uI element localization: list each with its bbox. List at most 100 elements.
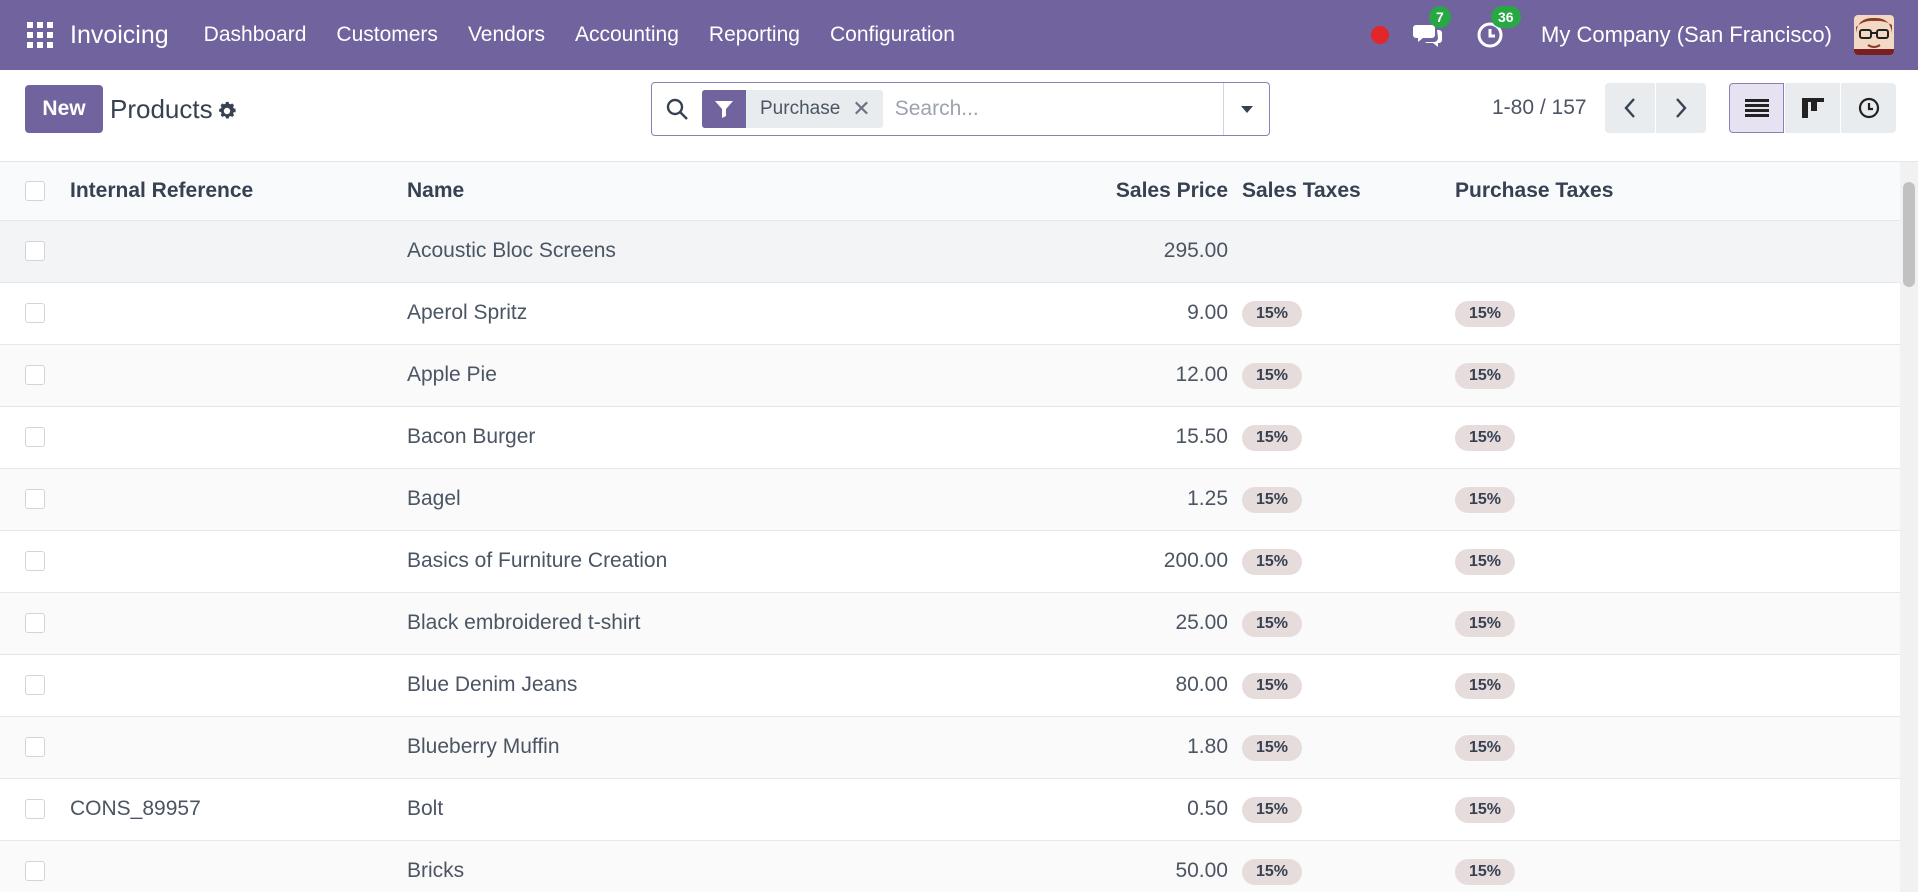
tax-badge: 15% (1455, 610, 1516, 637)
cell-sales-taxes: 15% (1242, 654, 1455, 717)
list-view-button[interactable] (1729, 83, 1784, 133)
menu-dashboard[interactable]: Dashboard (189, 23, 322, 47)
app-name[interactable]: Invoicing (70, 21, 169, 50)
activity-view-button[interactable] (1841, 83, 1896, 133)
pager-value[interactable]: 1-80 / 157 (1492, 96, 1587, 120)
remove-facet-icon[interactable]: ✕ (852, 96, 882, 122)
tax-badge: 15% (1242, 734, 1303, 761)
new-button[interactable]: New (25, 85, 103, 133)
app-grid-icon[interactable] (18, 13, 62, 57)
navbar-systray: 7 36 My Company (San Francisco) (1371, 0, 1918, 70)
row-checkbox[interactable] (25, 365, 45, 385)
menu-customers[interactable]: Customers (321, 23, 453, 47)
table-row[interactable]: Bacon Burger 15.50 15% 15% (0, 406, 1900, 469)
search-icon[interactable] (652, 83, 702, 135)
row-checkbox[interactable] (25, 799, 45, 819)
table-row[interactable]: Blue Denim Jeans 80.00 15% 15% (0, 654, 1900, 717)
scrollbar[interactable] (1900, 162, 1918, 892)
menu-configuration[interactable]: Configuration (815, 23, 970, 47)
row-checkbox[interactable] (25, 241, 45, 261)
gear-icon[interactable] (216, 100, 238, 122)
messages-button[interactable]: 7 (1411, 6, 1451, 52)
row-select-cell (0, 654, 70, 717)
recording-dot-icon[interactable] (1371, 26, 1390, 44)
cell-sales-taxes: 15% (1242, 592, 1455, 655)
table-row[interactable]: Apple Pie 12.00 15% 15% (0, 344, 1900, 407)
cell-purchase-taxes: 15% (1455, 282, 1900, 345)
top-navbar: Invoicing Dashboard Customers Vendors Ac… (0, 0, 1918, 70)
select-all-checkbox[interactable] (25, 180, 45, 201)
user-avatar[interactable] (1854, 15, 1894, 55)
search-options-toggle[interactable] (1223, 83, 1269, 135)
menu-accounting[interactable]: Accounting (560, 23, 694, 47)
cell-sales-taxes (1242, 220, 1455, 283)
cell-sales-taxes: 15% (1242, 344, 1455, 407)
pager-previous-button[interactable] (1605, 83, 1655, 133)
kanban-icon (1801, 98, 1824, 118)
table-row[interactable]: CONS_89957 Bolt 0.50 15% 15% (0, 778, 1900, 841)
table-row[interactable]: Basics of Furniture Creation 200.00 15% 15% (0, 530, 1900, 593)
scrollbar-thumb[interactable] (1903, 182, 1915, 287)
cell-name: Aperol Spritz (407, 282, 1027, 345)
row-select-cell (0, 406, 70, 469)
cell-purchase-taxes: 15% (1455, 530, 1900, 593)
header-purchase-taxes[interactable]: Purchase Taxes (1455, 162, 1900, 221)
row-checkbox[interactable] (25, 737, 45, 757)
table-row[interactable]: Black embroidered t-shirt 25.00 15% 15% (0, 592, 1900, 655)
row-checkbox[interactable] (25, 551, 45, 571)
cell-name: Bricks (407, 840, 1027, 892)
table-row[interactable]: Aperol Spritz 9.00 15% 15% (0, 282, 1900, 345)
company-switcher[interactable]: My Company (San Francisco) (1541, 22, 1832, 48)
product-list: Internal Reference Name Sales Price Sale… (0, 162, 1900, 892)
search-input[interactable] (882, 84, 1223, 134)
cell-internal-reference (70, 282, 407, 345)
cell-internal-reference (70, 468, 407, 531)
tax-badge: 15% (1455, 300, 1516, 327)
cell-purchase-taxes: 15% (1455, 468, 1900, 531)
cell-purchase-taxes: 15% (1455, 654, 1900, 717)
tax-badge: 15% (1455, 734, 1516, 761)
kanban-view-button[interactable] (1785, 83, 1840, 133)
table-row[interactable]: Bricks 50.00 15% 15% (0, 840, 1900, 892)
messages-count-badge: 7 (1429, 6, 1451, 28)
menu-reporting[interactable]: Reporting (694, 23, 815, 47)
tax-badge: 15% (1455, 362, 1516, 389)
cell-sales-price: 9.00 (1027, 282, 1242, 345)
menu-vendors[interactable]: Vendors (453, 23, 560, 47)
header-sales-taxes[interactable]: Sales Taxes (1242, 162, 1455, 221)
header-name[interactable]: Name (407, 162, 1027, 221)
row-checkbox[interactable] (25, 303, 45, 323)
cell-name: Bagel (407, 468, 1027, 531)
tax-badge: 15% (1242, 672, 1303, 699)
cell-purchase-taxes: 15% (1455, 344, 1900, 407)
activities-button[interactable]: 36 (1473, 6, 1521, 52)
cell-purchase-taxes: 15% (1455, 716, 1900, 779)
pager-next-button[interactable] (1656, 83, 1706, 133)
row-checkbox[interactable] (25, 613, 45, 633)
table-row[interactable]: Blueberry Muffin 1.80 15% 15% (0, 716, 1900, 779)
cell-sales-price: 1.80 (1027, 716, 1242, 779)
row-checkbox[interactable] (25, 861, 45, 881)
cell-name: Bacon Burger (407, 406, 1027, 469)
cell-internal-reference: CONS_89957 (70, 778, 407, 841)
row-select-cell (0, 592, 70, 655)
row-select-cell (0, 778, 70, 841)
header-internal-reference[interactable]: Internal Reference (70, 162, 407, 221)
search-bar: Purchase ✕ (651, 82, 1270, 136)
cell-sales-price: 1.25 (1027, 468, 1242, 531)
row-select-cell (0, 220, 70, 283)
cell-purchase-taxes: 15% (1455, 592, 1900, 655)
cell-sales-taxes: 15% (1242, 282, 1455, 345)
cell-internal-reference (70, 406, 407, 469)
row-checkbox[interactable] (25, 489, 45, 509)
control-panel: New Products Purchase ✕ 1-80 / 157 (0, 70, 1918, 162)
table-row[interactable]: Acoustic Bloc Screens 295.00 (0, 220, 1900, 283)
cell-name: Blueberry Muffin (407, 716, 1027, 779)
table-row[interactable]: Bagel 1.25 15% 15% (0, 468, 1900, 531)
cell-sales-price: 50.00 (1027, 840, 1242, 892)
row-checkbox[interactable] (25, 675, 45, 695)
header-sales-price[interactable]: Sales Price (1027, 162, 1242, 221)
cell-purchase-taxes: 15% (1455, 840, 1900, 892)
cell-internal-reference (70, 592, 407, 655)
row-checkbox[interactable] (25, 427, 45, 447)
